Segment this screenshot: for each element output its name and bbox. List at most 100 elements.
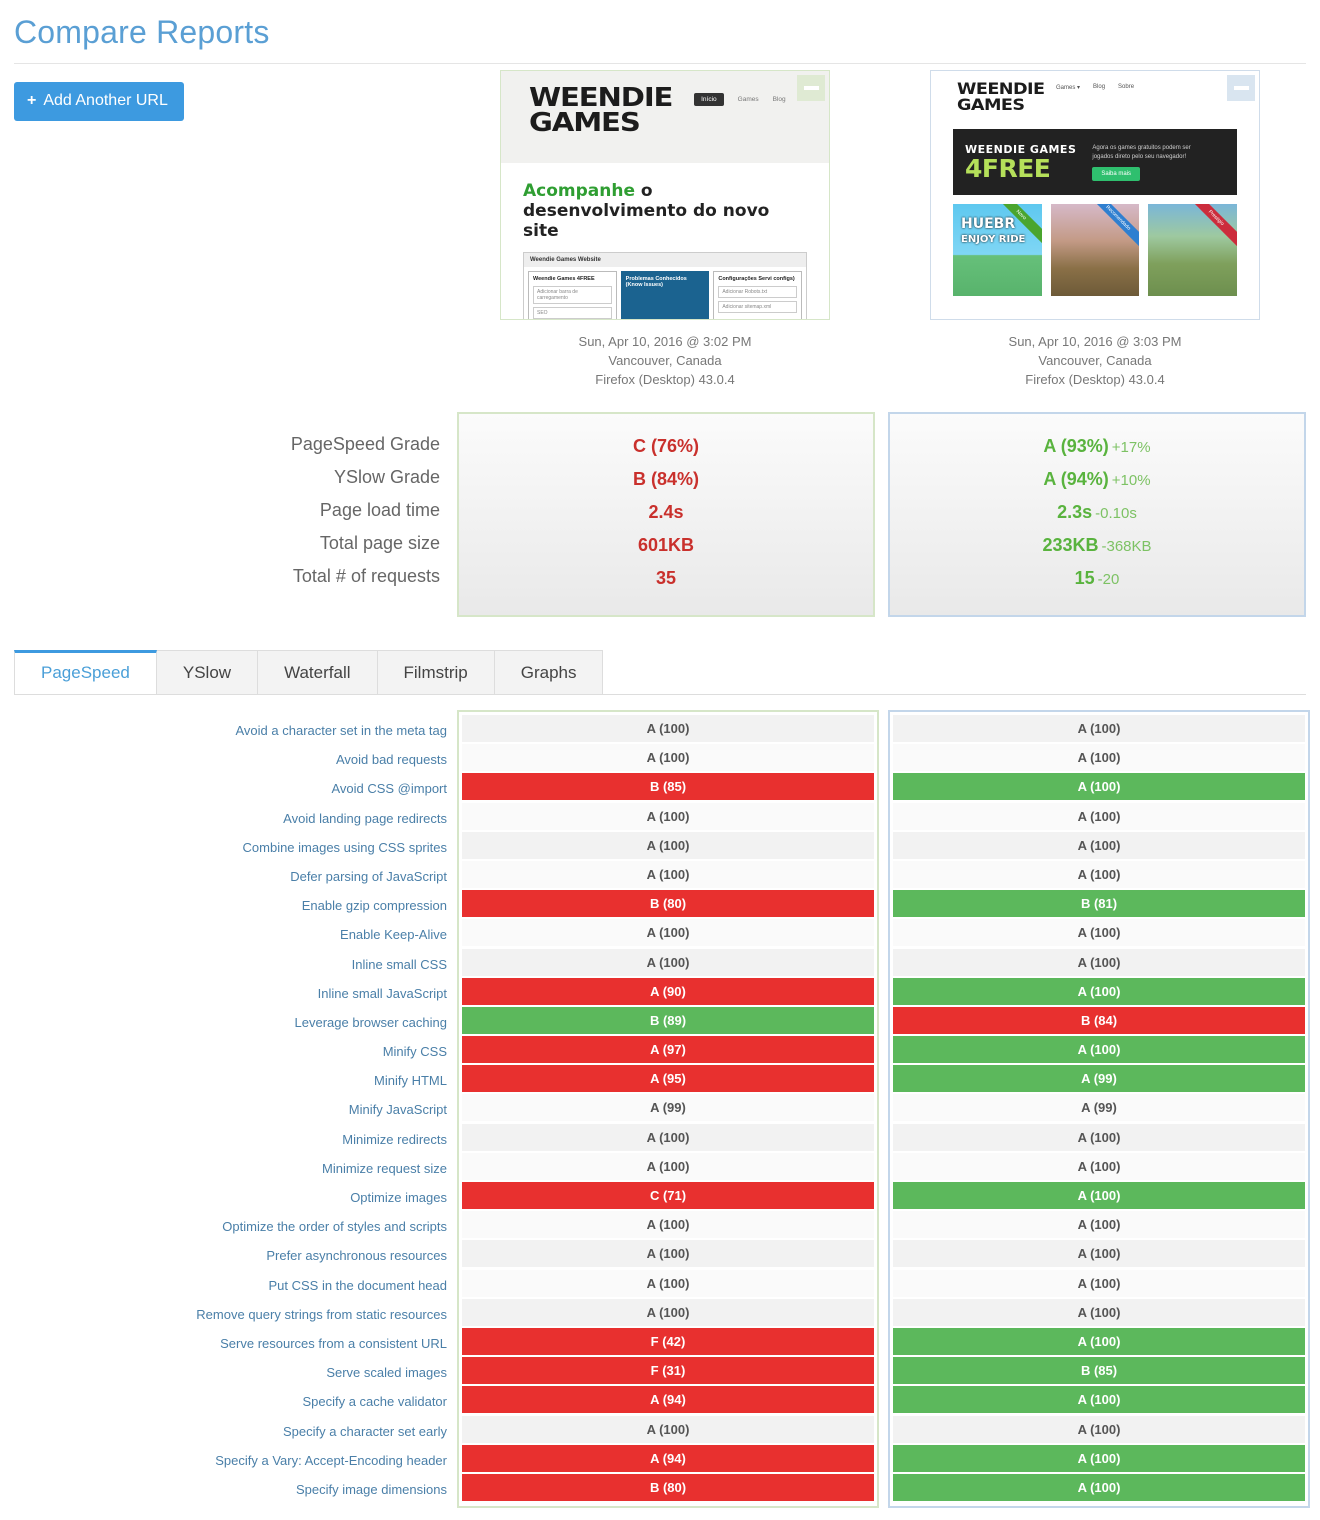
- tab-yslow[interactable]: YSlow: [155, 650, 259, 694]
- rule-label-column: Avoid a character set in the meta tag Avo…: [0, 716, 447, 1504]
- rule-score-cell: A (100): [893, 1298, 1305, 1326]
- summary-value: B (84%): [632, 469, 699, 489]
- rule-score-cell: B (80): [462, 890, 874, 918]
- rule-score-cell: A (100): [893, 1240, 1305, 1268]
- add-another-url-label: Add Another URL: [43, 92, 168, 109]
- report-screenshot-1[interactable]: WEENDIE GAMES Início Games Blog Sobre Ac…: [500, 70, 830, 320]
- rule-label[interactable]: Enable gzip compression: [0, 891, 447, 920]
- rule-label[interactable]: Minify HTML: [0, 1066, 447, 1095]
- rule-score-cell: A (100): [462, 860, 874, 888]
- rule-score-cell: F (42): [462, 1327, 874, 1355]
- tile-ribbon: Recomendado: [1084, 204, 1140, 252]
- rule-label[interactable]: Remove query strings from static resourc…: [0, 1300, 447, 1329]
- report-tabs-area: PageSpeed YSlow Waterfall Filmstrip Grap…: [0, 650, 1320, 695]
- rule-score-cell: B (80): [462, 1473, 874, 1501]
- rule-label[interactable]: Serve scaled images: [0, 1358, 447, 1387]
- rule-score-cell: A (100): [893, 773, 1305, 801]
- summary-labels: PageSpeed Grade YSlow Grade Page load ti…: [0, 412, 440, 593]
- summary-value: 601KB: [637, 535, 695, 555]
- summary-delta: -0.10s: [1095, 505, 1137, 522]
- tab-waterfall[interactable]: Waterfall: [257, 650, 378, 694]
- rule-label[interactable]: Minimize redirects: [0, 1125, 447, 1154]
- rule-label[interactable]: Avoid bad requests: [0, 745, 447, 774]
- rule-label[interactable]: Optimize images: [0, 1183, 447, 1212]
- site2-nav-item: Blog: [1093, 84, 1106, 90]
- rule-label[interactable]: Specify a cache validator: [0, 1387, 447, 1416]
- tab-graphs[interactable]: Graphs: [493, 650, 604, 694]
- site1-panel-col: Weendie Games 4FREE Adicionar barra de c…: [528, 271, 617, 319]
- rule-label[interactable]: Specify a Vary: Accept-Encoding header: [0, 1446, 447, 1475]
- rule-scores-left: A (100) A (100) B (85) A (100) A (100) A (100…: [457, 710, 879, 1509]
- site2-nav-item: Sobre: [1118, 84, 1135, 90]
- report-browser: Firefox (Desktop) 43.0.4: [595, 372, 735, 387]
- summary-value: 2.3s -0.10s: [1057, 502, 1137, 522]
- rule-label[interactable]: Leverage browser caching: [0, 1008, 447, 1037]
- rule-label[interactable]: Specify image dimensions: [0, 1475, 447, 1504]
- rule-label[interactable]: Specify a character set early: [0, 1417, 447, 1446]
- rule-score-cell: A (97): [462, 1036, 874, 1064]
- rule-score-cell: A (100): [893, 1211, 1305, 1239]
- report-card-1: WEENDIE GAMES Início Games Blog Sobre Ac…: [500, 70, 830, 389]
- add-another-url-button[interactable]: + Add Another URL: [14, 82, 184, 121]
- site2-game-tile: Recomendado: [1050, 204, 1140, 296]
- rule-score-cell: B (85): [893, 1357, 1305, 1385]
- rule-label[interactable]: Minify CSS: [0, 1037, 447, 1066]
- rule-label[interactable]: Serve resources from a consistent URL: [0, 1329, 447, 1358]
- site2-header: WEENDIE GAMES Games ▾ Blog Sobre: [931, 71, 1259, 129]
- summary-value: A (94%) +10%: [1043, 469, 1151, 489]
- rule-label[interactable]: Combine images using CSS sprites: [0, 833, 447, 862]
- rule-label[interactable]: Defer parsing of JavaScript: [0, 862, 447, 891]
- site1-nav-item: Games: [737, 96, 759, 103]
- report-meta-2: Sun, Apr 10, 2016 @ 3:03 PM Vancouver, C…: [930, 332, 1260, 389]
- compare-reports-page: Compare Reports + Add Another URL WEENDI…: [0, 0, 1320, 1520]
- report-timestamp: Sun, Apr 10, 2016 @ 3:02 PM: [578, 334, 752, 349]
- rule-label[interactable]: Avoid a character set in the meta tag: [0, 716, 448, 745]
- tab-filmstrip[interactable]: Filmstrip: [376, 650, 495, 694]
- summary-delta: +17%: [1111, 439, 1151, 456]
- site2-banner-subtitle: 4FREE: [965, 153, 1051, 183]
- summary-label: Total # of requests: [292, 566, 440, 586]
- rule-label[interactable]: Minimize request size: [0, 1154, 447, 1183]
- rule-score-cell: A (100): [893, 948, 1305, 976]
- rule-label[interactable]: Enable Keep-Alive: [0, 920, 447, 949]
- rule-score-cell: A (100): [893, 1036, 1305, 1064]
- collapse-icon[interactable]: [1227, 75, 1255, 101]
- rule-score-cell: A (100): [893, 1269, 1305, 1297]
- summary-value: 2.4s: [648, 502, 684, 522]
- rule-score-cell: A (100): [893, 860, 1305, 888]
- rule-score-cell: A (100): [462, 802, 874, 830]
- rule-score-cell: B (84): [893, 1006, 1305, 1034]
- rule-label[interactable]: Put CSS in the document head: [0, 1271, 447, 1300]
- plus-icon: +: [27, 92, 37, 109]
- rule-score-cell: F (31): [462, 1357, 874, 1385]
- rule-scores-right: A (100) A (100) A (100) A (100) A (100) A (10…: [888, 710, 1310, 1509]
- rule-score-cell: A (100): [893, 1415, 1305, 1443]
- rule-label[interactable]: Prefer asynchronous resources: [0, 1241, 447, 1270]
- rule-label[interactable]: Minify JavaScript: [0, 1095, 447, 1124]
- site2-banner-button: Saiba mais: [1092, 166, 1141, 181]
- rule-label[interactable]: Avoid CSS @import: [0, 774, 447, 803]
- site1-panel-col: Problemas Conhecidos (Know Issues): [620, 271, 710, 319]
- summary-label: Page load time: [319, 500, 440, 520]
- rule-score-cell: A (100): [893, 977, 1305, 1005]
- rule-label[interactable]: Avoid landing page redirects: [0, 804, 447, 833]
- rule-score-cell: A (100): [893, 1152, 1305, 1180]
- rule-score-cell: A (100): [462, 1211, 874, 1239]
- rule-score-cell: A (100): [462, 831, 874, 859]
- report-browser: Firefox (Desktop) 43.0.4: [1025, 372, 1165, 387]
- collapse-icon[interactable]: [797, 75, 825, 101]
- site2-banner: WEENDIE GAMES 4FREE Agora os games gratu…: [953, 129, 1237, 195]
- summary-value: A (93%) +17%: [1043, 436, 1151, 456]
- tab-pagespeed[interactable]: PageSpeed: [14, 650, 157, 694]
- report-location: Vancouver, Canada: [1038, 353, 1152, 368]
- rule-label[interactable]: Inline small CSS: [0, 950, 447, 979]
- report-screenshot-2[interactable]: WEENDIE GAMES Games ▾ Blog Sobre WEENDIE…: [930, 70, 1260, 320]
- summary-label: Total page size: [319, 533, 440, 553]
- rule-label[interactable]: Optimize the order of styles and scripts: [0, 1212, 447, 1241]
- rule-score-cell: A (95): [462, 1065, 874, 1093]
- rule-label[interactable]: Inline small JavaScript: [0, 979, 447, 1008]
- rule-score-cell: A (100): [462, 919, 874, 947]
- site1-body: Acompanhe o desenvolvimento do novo site…: [501, 163, 829, 319]
- rule-score-cell: A (100): [462, 948, 874, 976]
- page-title: Compare Reports: [14, 14, 270, 50]
